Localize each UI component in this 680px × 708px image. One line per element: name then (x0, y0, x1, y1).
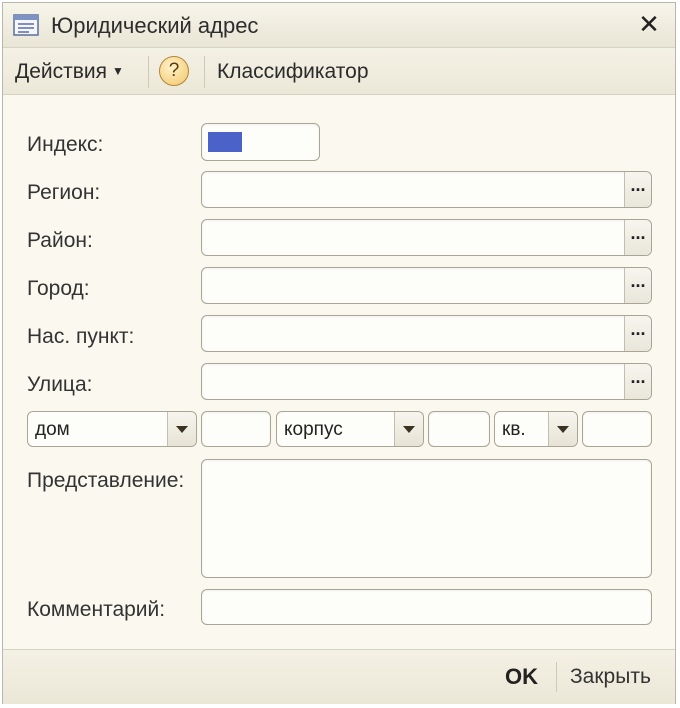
building-type-value: корпус (284, 419, 343, 440)
chevron-down-icon[interactable] (394, 412, 423, 446)
settlement-field[interactable]: ... (201, 315, 652, 352)
toolbar-separator (204, 56, 205, 88)
representation-textarea[interactable] (201, 459, 652, 578)
city-select-button[interactable]: ... (624, 268, 651, 303)
index-selection-highlight (208, 132, 242, 152)
index-field[interactable] (201, 123, 320, 161)
region-select-button[interactable]: ... (624, 172, 651, 207)
region-field[interactable]: ... (201, 171, 652, 208)
apartment-number-field[interactable] (582, 411, 652, 447)
city-label: Город: (27, 277, 90, 300)
building-type-select[interactable]: корпус (276, 411, 424, 447)
apartment-type-value: кв. (502, 419, 526, 440)
apartment-type-select[interactable]: кв. (494, 411, 578, 447)
house-type-value: дом (35, 419, 70, 440)
comment-label: Комментарий: (27, 598, 166, 621)
window-title: Юридический адрес (51, 13, 259, 38)
classifier-button[interactable]: Классификатор (217, 60, 369, 84)
ok-button[interactable]: OK (505, 664, 538, 690)
form-icon (13, 14, 39, 36)
actions-label: Действия (15, 60, 108, 83)
representation-label: Представление: (27, 469, 185, 492)
district-field[interactable]: ... (201, 219, 652, 256)
street-label: Улица: (27, 373, 93, 396)
house-type-select[interactable]: дом (27, 411, 197, 447)
street-select-button[interactable]: ... (624, 364, 651, 399)
index-label: Индекс: (27, 133, 104, 156)
city-field[interactable]: ... (201, 267, 652, 304)
toolbar: Действия ▼ ? Классификатор (3, 48, 675, 95)
toolbar-separator (148, 56, 149, 88)
close-button[interactable]: Закрыть (570, 665, 651, 689)
settlement-label: Нас. пункт: (27, 325, 135, 348)
comment-field[interactable] (201, 589, 652, 625)
address-dialog: Юридический адрес ✕ Действия ▼ ? Классифи… (2, 2, 676, 704)
district-label: Район: (27, 229, 93, 252)
close-icon[interactable]: ✕ (635, 10, 663, 38)
dropdown-caret-icon: ▼ (112, 64, 124, 78)
chevron-down-icon[interactable] (167, 412, 196, 446)
title-bar: Юридический адрес ✕ (3, 3, 675, 48)
button-bar: OK Закрыть (3, 649, 675, 704)
region-label: Регион: (27, 181, 101, 204)
house-number-field[interactable] (201, 411, 271, 447)
settlement-select-button[interactable]: ... (624, 316, 651, 351)
actions-menu-button[interactable]: Действия ▼ (15, 60, 124, 84)
button-separator (556, 662, 557, 692)
street-field[interactable]: ... (201, 363, 652, 400)
district-select-button[interactable]: ... (624, 220, 651, 255)
help-icon[interactable]: ? (159, 56, 189, 86)
chevron-down-icon[interactable] (548, 412, 577, 446)
building-number-field[interactable] (428, 411, 490, 447)
